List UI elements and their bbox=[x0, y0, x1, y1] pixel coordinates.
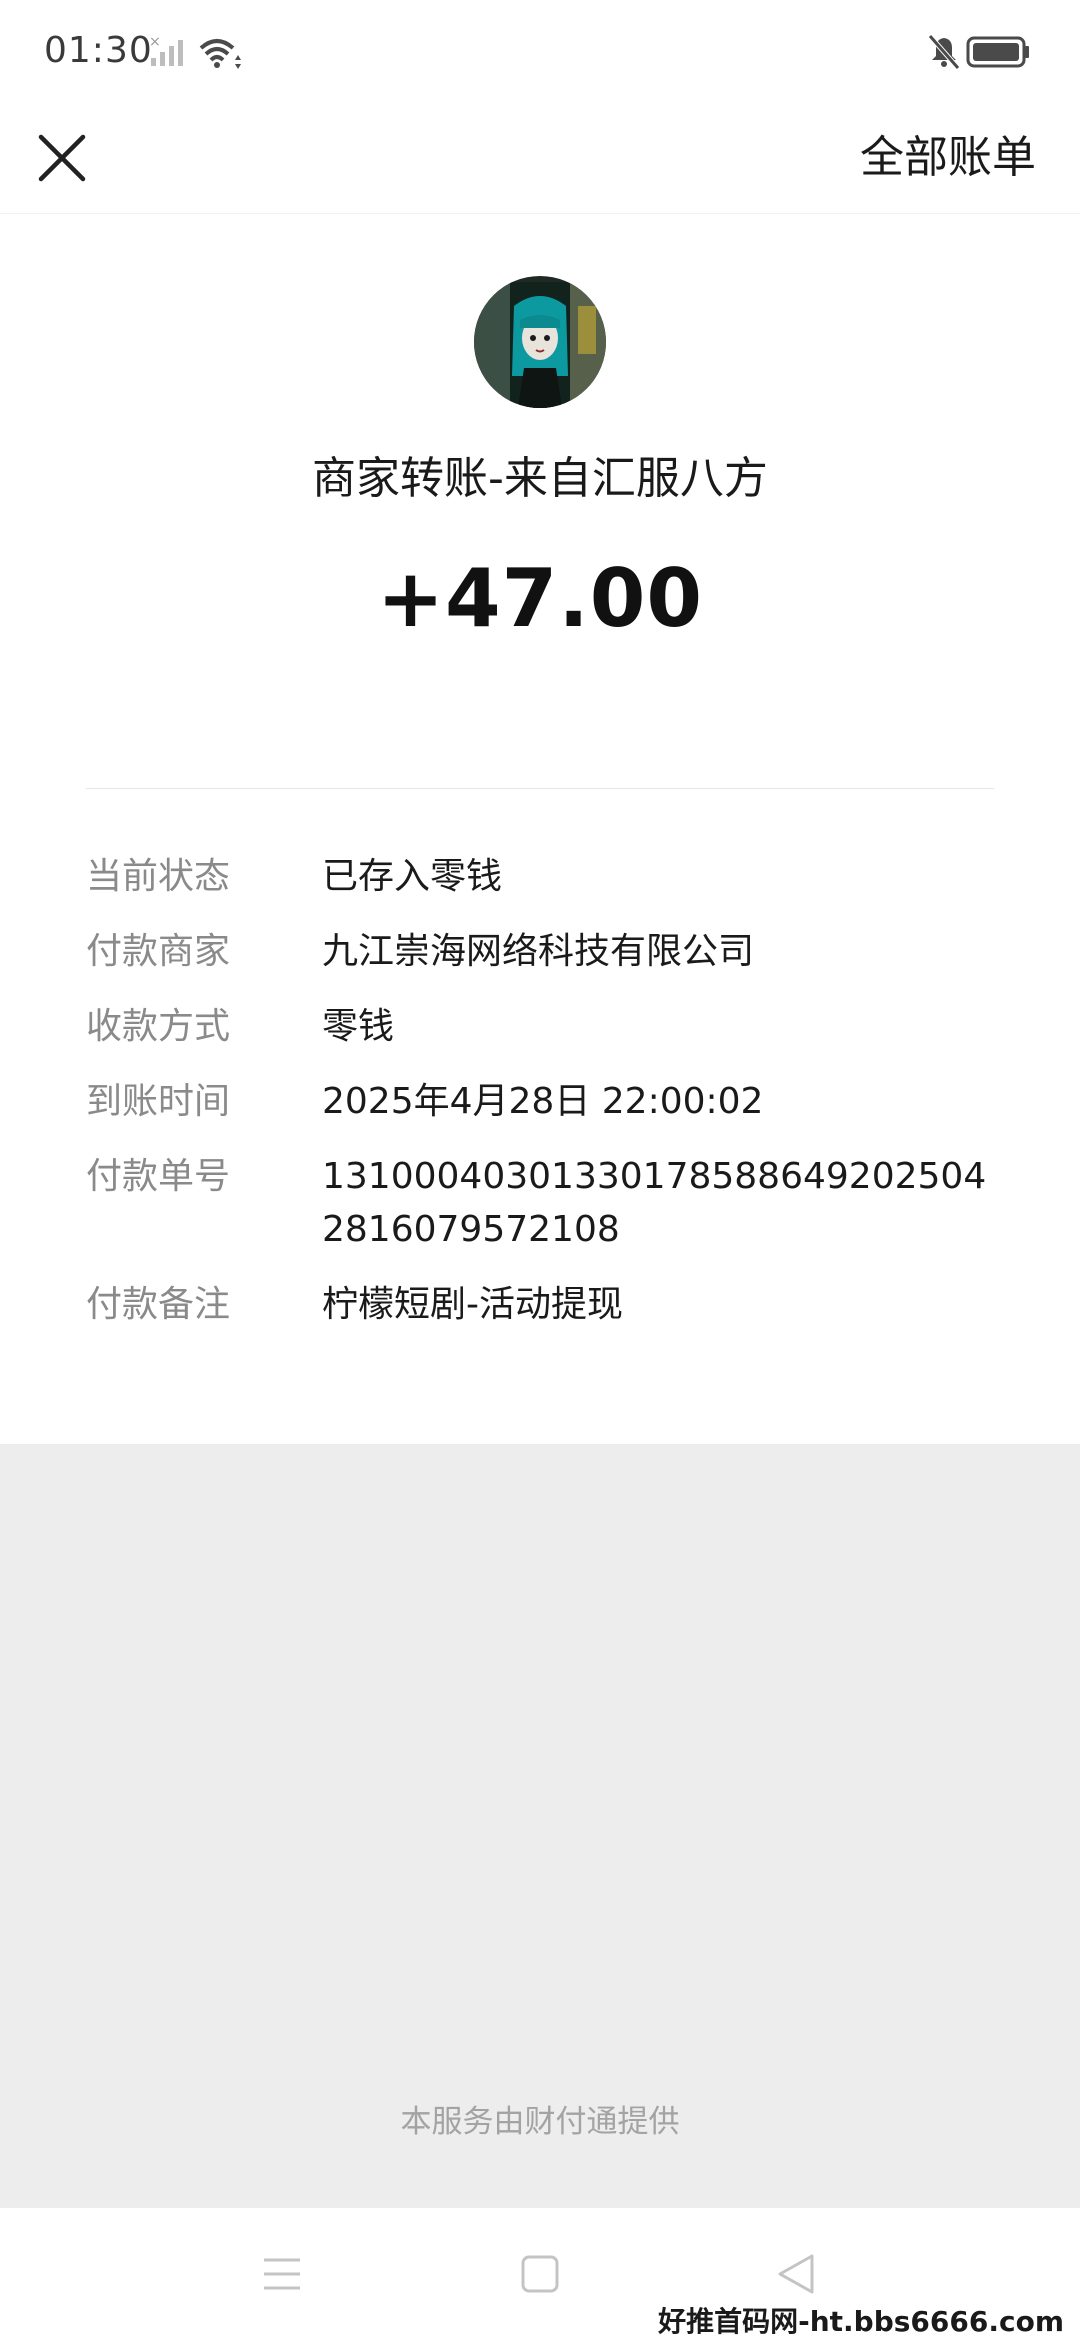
detail-value: 零钱 bbox=[322, 1006, 395, 1047]
detail-row-remark: 付款备注 柠檬短剧-活动提现 bbox=[86, 1278, 1006, 1331]
watermark-text: 好推首码网-ht.bbs6666.com bbox=[656, 2300, 1066, 2340]
svg-text:×: × bbox=[149, 34, 161, 50]
detail-label: 付款商家 bbox=[86, 931, 231, 972]
background-area bbox=[0, 1444, 1080, 2208]
transaction-detail-card: 商家转账-来自汇服八方 +47.00 当前状态 已存入零钱 付款商家 九江崇海网… bbox=[0, 214, 1080, 1444]
cellular-signal-icon: × bbox=[149, 34, 183, 66]
menu-icon bbox=[264, 2258, 300, 2290]
transfer-amount: +47.00 bbox=[376, 552, 704, 645]
battery-icon bbox=[966, 36, 1029, 68]
status-right-icons bbox=[926, 30, 1036, 74]
home-square-icon bbox=[521, 2255, 559, 2293]
menu-button[interactable] bbox=[242, 2234, 322, 2314]
detail-value: 柠檬短剧-活动提现 bbox=[322, 1284, 623, 1325]
detail-value: 2025年4月28日 22:00:02 bbox=[322, 1081, 764, 1122]
detail-row-payer: 付款商家 九江崇海网络科技有限公司 bbox=[86, 925, 1006, 978]
detail-row-status: 当前状态 已存入零钱 bbox=[86, 850, 1006, 903]
detail-label: 收款方式 bbox=[86, 1006, 231, 1047]
detail-label: 付款备注 bbox=[86, 1284, 231, 1325]
all-bills-link[interactable]: 全部账单 bbox=[860, 123, 1036, 193]
detail-list: 当前状态 已存入零钱 付款商家 九江崇海网络科技有限公司 收款方式 零钱 到账时… bbox=[86, 850, 1006, 1353]
nav-bar: 全部账单 bbox=[0, 105, 1080, 214]
close-button[interactable] bbox=[22, 118, 102, 198]
merchant-avatar bbox=[474, 276, 606, 408]
detail-row-order-number: 付款单号 13100040301330178588649202504281607… bbox=[86, 1150, 1006, 1256]
close-icon bbox=[38, 134, 86, 182]
detail-label: 当前状态 bbox=[86, 856, 231, 897]
merchant-title: 商家转账-来自汇服八方 bbox=[312, 453, 768, 504]
status-bar: 01:30 × bbox=[0, 0, 1080, 105]
divider bbox=[86, 788, 994, 789]
detail-row-arrival-time: 到账时间 2025年4月28日 22:00:02 bbox=[86, 1075, 1006, 1128]
detail-row-receive-method: 收款方式 零钱 bbox=[86, 1000, 1006, 1053]
mute-bell-icon bbox=[928, 34, 960, 70]
home-button[interactable] bbox=[500, 2234, 580, 2314]
status-left-icons: × bbox=[145, 30, 245, 74]
detail-value: 九江崇海网络科技有限公司 bbox=[322, 931, 755, 972]
detail-value: 已存入零钱 bbox=[322, 856, 503, 897]
provider-text: 本服务由财付通提供 bbox=[400, 2104, 680, 2140]
status-time: 01:30 bbox=[44, 30, 153, 71]
detail-value: 1310004030133017858864920250428160795721… bbox=[322, 1156, 987, 1250]
detail-label: 到账时间 bbox=[86, 1081, 231, 1122]
wifi-icon bbox=[199, 39, 241, 69]
detail-label: 付款单号 bbox=[86, 1156, 231, 1197]
